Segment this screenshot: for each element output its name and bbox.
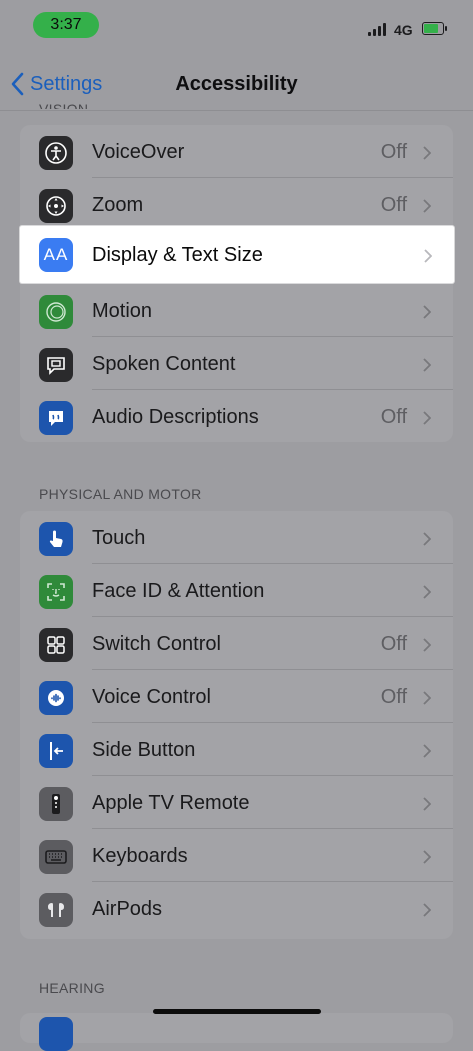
row-label: Keyboards: [92, 845, 188, 867]
zoom-icon: [39, 189, 73, 223]
voiceover-icon: [39, 136, 73, 170]
voice-control-icon: [39, 681, 73, 715]
chevron-right-icon: [423, 850, 431, 864]
row-label: AirPods: [92, 898, 163, 920]
row-label: Audio Descriptions: [92, 406, 259, 428]
hearing-devices-icon: [39, 1017, 73, 1051]
section-header-hearing: HEARING: [39, 980, 105, 996]
row-label: Spoken Content: [92, 353, 236, 375]
chevron-right-icon: [423, 744, 431, 758]
row-voice-control[interactable]: Voice Control Off: [20, 670, 453, 723]
row-label: Face ID & Attention: [92, 580, 265, 602]
row-value: Off: [380, 141, 407, 163]
row-value: Off: [380, 406, 407, 428]
row-zoom[interactable]: Zoom Off: [20, 178, 453, 231]
section-header-vision: VISION: [39, 101, 89, 109]
chevron-right-icon: [423, 199, 431, 213]
home-indicator[interactable]: [153, 1009, 321, 1014]
row-display-text-size[interactable]: AA Display & Text Size: [20, 226, 454, 283]
chevron-right-icon: [423, 532, 431, 546]
row-value: Off: [380, 686, 407, 708]
status-bar: 3:37 4G: [0, 0, 473, 50]
page-title: Accessibility: [175, 73, 298, 95]
face-id-icon: [39, 575, 73, 609]
row-value: Off: [380, 633, 407, 655]
switch-control-icon: [39, 628, 73, 662]
row-switch-control[interactable]: Switch Control Off: [20, 617, 453, 670]
row-face-id[interactable]: Face ID & Attention: [20, 564, 453, 617]
section-header-physical: PHYSICAL AND MOTOR: [39, 486, 202, 502]
text-size-icon: AA: [39, 238, 73, 272]
spoken-content-icon: [39, 348, 73, 382]
side-button-icon: [39, 734, 73, 768]
chevron-right-icon: [423, 903, 431, 917]
row-label: Voice Control: [92, 686, 211, 708]
motion-icon: [39, 295, 73, 329]
tv-remote-icon: [39, 787, 73, 821]
row-apple-tv-remote[interactable]: Apple TV Remote: [20, 776, 453, 829]
row-label: Display & Text Size: [92, 244, 263, 266]
physical-motor-group: Touch Face ID & Attention Switch Control…: [20, 511, 453, 939]
row-value: Off: [380, 194, 407, 216]
row-audio-descriptions[interactable]: Audio Descriptions Off: [20, 390, 453, 444]
chevron-right-icon: [423, 305, 431, 319]
row-voiceover[interactable]: VoiceOver Off: [20, 125, 453, 178]
chevron-right-icon: [423, 358, 431, 372]
keyboard-icon: [39, 840, 73, 874]
battery-icon: [422, 22, 447, 35]
row-touch[interactable]: Touch: [20, 511, 453, 564]
vision-group: VoiceOver Off Zoom Off Motion Spoken Con…: [20, 125, 453, 442]
row-label: Side Button: [92, 739, 196, 761]
row-side-button[interactable]: Side Button: [20, 723, 453, 776]
audio-descriptions-icon: [39, 401, 73, 435]
row-label: Touch: [92, 527, 146, 549]
chevron-right-icon: [423, 146, 431, 160]
text-size-icon-glyph: AA: [43, 245, 69, 264]
row-airpods[interactable]: AirPods: [20, 882, 453, 939]
chevron-right-icon: [423, 691, 431, 705]
row-motion[interactable]: Motion: [20, 284, 453, 337]
row-spoken-content[interactable]: Spoken Content: [20, 337, 453, 390]
row-label: VoiceOver: [92, 141, 185, 163]
touch-icon: [39, 522, 73, 556]
chevron-right-icon: [424, 249, 432, 263]
chevron-right-icon: [423, 585, 431, 599]
chevron-right-icon: [423, 638, 431, 652]
hearing-group: [20, 1013, 453, 1051]
network-type: 4G: [394, 22, 413, 38]
row-label: Apple TV Remote: [92, 792, 250, 814]
signal-icon: [368, 22, 388, 36]
row-label: Zoom: [92, 194, 144, 216]
status-time: 3:37: [33, 12, 99, 38]
airpods-icon: [39, 893, 73, 927]
battery-level: [424, 24, 438, 33]
row-label: Motion: [92, 300, 153, 322]
row-label: Switch Control: [92, 633, 221, 655]
chevron-right-icon: [423, 411, 431, 425]
chevron-right-icon: [423, 797, 431, 811]
row-keyboards[interactable]: Keyboards: [20, 829, 453, 882]
